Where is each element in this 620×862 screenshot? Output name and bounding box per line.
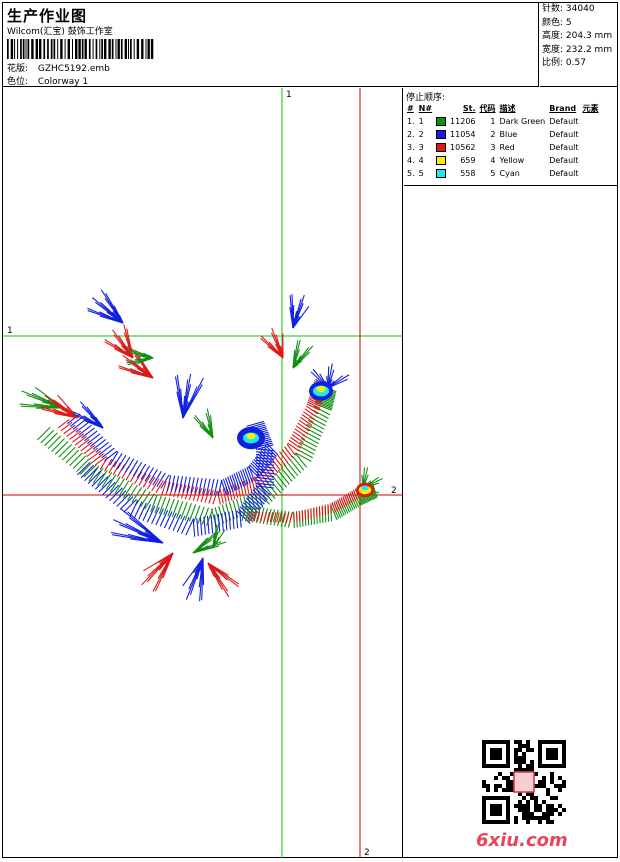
color-swatch (434, 128, 448, 141)
column-header: # (405, 102, 417, 115)
color-code: 5 (478, 167, 498, 180)
stop-sequence-table: # N# St. 代码 描述 Brand 元素 1.1112061Dark Gr… (405, 102, 601, 180)
thread-brand: Default (547, 141, 580, 154)
table-row: 4.46594YellowDefault (405, 154, 601, 167)
embroidery-preview (3, 88, 403, 858)
element-cell (581, 141, 601, 154)
company-name: Wilcom(汇宝) 鼓饰工作室 (7, 24, 113, 37)
thread-color-swatch (436, 117, 446, 126)
stitch-count: 11054 (448, 128, 477, 141)
thread-brand: Default (547, 115, 580, 128)
barcode-image (7, 39, 155, 59)
stat-row: 高度: 204.3 mm (540, 30, 618, 44)
stop-sequence-title: 停止顺序: (404, 88, 618, 102)
stat-row: 比例: 0.57 (540, 57, 618, 71)
table-row: 3.3105623RedDefault (405, 141, 601, 154)
thread-color-swatch (436, 143, 446, 152)
header-panel: 生产作业图 Wilcom(汇宝) 鼓饰工作室 花版: GZHC5192.emb … (3, 3, 539, 87)
design-label: 花版: (7, 61, 35, 74)
color-code: 4 (478, 154, 498, 167)
needle-number: 5 (417, 167, 434, 180)
thread-color-swatch (436, 169, 446, 178)
page-title: 生产作业图 (7, 5, 87, 26)
stat-value: 0.57 (566, 58, 586, 68)
stats-panel: 针数: 34040 颜色: 5 高度: 204.3 mm 宽度: 232.2 m… (540, 3, 618, 87)
thread-brand: Default (547, 128, 580, 141)
stat-label: 比例: (542, 58, 563, 68)
column-header (434, 102, 448, 115)
stat-row: 颜色: 5 (540, 17, 618, 31)
stat-label: 高度: (542, 31, 563, 41)
stitch-count: 659 (448, 154, 477, 167)
stat-row: 宽度: 232.2 mm (540, 44, 618, 58)
thread-brand: Default (547, 154, 580, 167)
design-file: GZHC5192.emb (38, 64, 110, 74)
color-swatch (434, 115, 448, 128)
watermark-logo: 6xiu.com (476, 830, 568, 851)
qr-code-image (482, 740, 566, 824)
row-index: 4. (405, 154, 417, 167)
color-code: 1 (478, 115, 498, 128)
design-name-row: 花版: GZHC5192.emb (7, 61, 110, 74)
stat-label: 宽度: (542, 45, 563, 55)
color-swatch (434, 154, 448, 167)
table-row: 5.55585CyanDefault (405, 167, 601, 180)
row-index: 3. (405, 141, 417, 154)
needle-number: 4 (417, 154, 434, 167)
stat-value: 5 (566, 18, 572, 28)
stitch-count: 558 (448, 167, 477, 180)
stat-row: 针数: 34040 (540, 3, 618, 17)
stat-label: 颜色: (542, 18, 563, 28)
guide-label-right: 2 (391, 486, 397, 496)
row-index: 1. (405, 115, 417, 128)
needle-number: 2 (417, 128, 434, 141)
color-swatch (434, 167, 448, 180)
stat-value: 232.2 mm (566, 45, 612, 55)
column-header: 元素 (581, 102, 601, 115)
column-header: Brand (547, 102, 580, 115)
element-cell (581, 128, 601, 141)
element-cell (581, 167, 601, 180)
stat-label: 针数: (542, 4, 563, 14)
row-index: 5. (405, 167, 417, 180)
stat-value: 204.3 mm (566, 31, 612, 41)
thread-color-swatch (436, 130, 446, 139)
table-header-row: # N# St. 代码 描述 Brand 元素 (405, 102, 601, 115)
color-code: 2 (478, 128, 498, 141)
stitch-count: 11206 (448, 115, 477, 128)
thread-color-swatch (436, 156, 446, 165)
needle-number: 3 (417, 141, 434, 154)
colorway-label: 色位: (7, 74, 35, 87)
column-header: 代码 (478, 102, 498, 115)
color-description: Yellow (498, 154, 548, 167)
element-cell (581, 115, 601, 128)
thread-brand: Default (547, 167, 580, 180)
row-index: 2. (405, 128, 417, 141)
stop-sequence-box: 停止顺序: # N# St. 代码 描述 Brand 元素 1.1112061D… (404, 88, 618, 186)
color-description: Dark Green (498, 115, 548, 128)
stop-sequence-panel: 停止顺序: # N# St. 代码 描述 Brand 元素 1.1112061D… (404, 88, 618, 858)
column-header: 描述 (498, 102, 548, 115)
colorway-row: 色位: Colorway 1 (7, 74, 88, 87)
color-description: Cyan (498, 167, 548, 180)
guide-label-left: 1 (7, 326, 13, 336)
column-header: St. (448, 102, 477, 115)
needle-number: 1 (417, 115, 434, 128)
stitch-count: 10562 (448, 141, 477, 154)
color-description: Blue (498, 128, 548, 141)
color-swatch (434, 141, 448, 154)
column-header: N# (417, 102, 434, 115)
guide-label-top: 1 (286, 90, 292, 100)
colorway-value: Colorway 1 (38, 77, 88, 87)
guide-label-bottom: 2 (364, 848, 370, 858)
color-description: Red (498, 141, 548, 154)
production-sheet: 生产作业图 Wilcom(汇宝) 鼓饰工作室 花版: GZHC5192.emb … (2, 2, 618, 858)
element-cell (581, 154, 601, 167)
design-preview: 1 1 2 2 (3, 88, 403, 858)
color-code: 3 (478, 141, 498, 154)
table-row: 2.2110542BlueDefault (405, 128, 601, 141)
table-row: 1.1112061Dark GreenDefault (405, 115, 601, 128)
stat-value: 34040 (566, 4, 595, 14)
